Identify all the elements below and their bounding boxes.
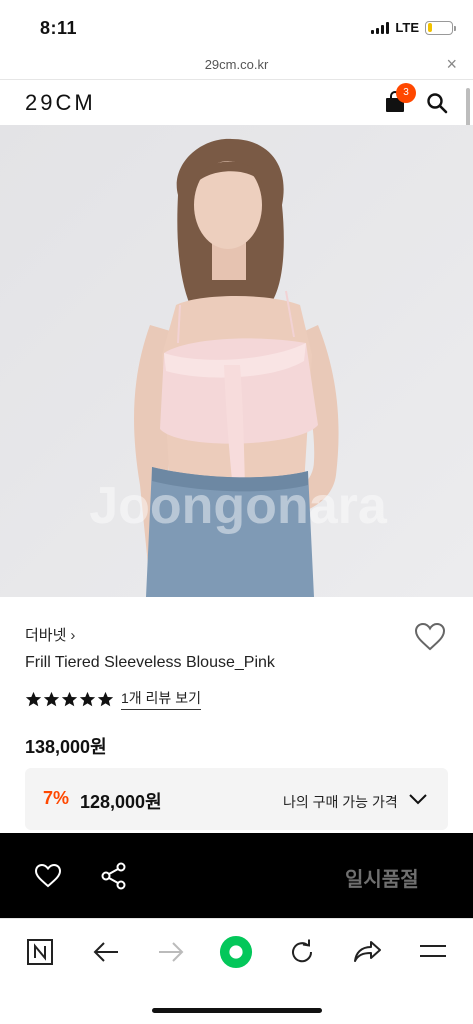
star-icon — [79, 691, 96, 706]
chevron-right-icon: › — [70, 627, 76, 644]
home-indicator[interactable] — [152, 1008, 322, 1013]
star-icon — [61, 691, 78, 706]
share-page-button[interactable] — [351, 935, 385, 969]
share-button[interactable] — [100, 862, 127, 890]
rating-stars — [25, 691, 114, 708]
status-indicators: LTE — [371, 20, 456, 35]
product-image[interactable]: Joongonara — [0, 125, 473, 597]
purchase-action-bar: 일시품절 — [0, 833, 473, 918]
search-icon — [427, 93, 448, 114]
status-bar: 8:11 LTE — [0, 0, 473, 52]
arrow-right-icon — [159, 942, 184, 962]
refresh-button[interactable] — [285, 935, 319, 969]
discounted-price: 128,000원 — [80, 792, 162, 812]
share-arrow-icon — [354, 941, 381, 962]
cart-count-badge: 3 — [396, 83, 416, 103]
heart-icon — [414, 622, 446, 651]
heart-icon — [34, 863, 62, 888]
product-price: 138,000원 — [25, 737, 107, 757]
url-bar: 29cm.co.kr × — [0, 52, 473, 80]
my-price-label: 나의 구매 가능 가격 — [283, 794, 398, 810]
naver-home-button[interactable] — [23, 935, 57, 969]
action-wishlist-button[interactable] — [34, 863, 62, 889]
wishlist-button[interactable] — [414, 622, 446, 652]
naver-logo-icon — [27, 939, 53, 965]
green-dot-icon — [219, 935, 253, 969]
back-button[interactable] — [89, 935, 123, 969]
brand-name: 더바넷 — [25, 627, 67, 644]
star-icon — [43, 691, 60, 706]
close-icon[interactable]: × — [446, 54, 457, 75]
chevron-down-icon — [409, 794, 427, 805]
product-name: Frill Tiered Sleeveless Blouse_Pink — [25, 654, 275, 671]
network-label: LTE — [395, 20, 419, 35]
site-logo[interactable]: 29CM — [25, 90, 96, 116]
brand-link[interactable]: 더바넷 › — [25, 624, 75, 645]
signal-icon — [371, 21, 390, 34]
status-time: 8:11 — [40, 18, 78, 38]
naver-green-dot-button[interactable] — [219, 935, 253, 969]
discount-rate: 7% — [43, 788, 70, 808]
star-icon — [97, 691, 114, 706]
star-icon — [25, 691, 42, 706]
search-button[interactable] — [426, 92, 448, 114]
battery-icon — [425, 20, 456, 35]
menu-button[interactable] — [416, 935, 450, 969]
sold-out-button[interactable]: 일시품절 — [345, 863, 419, 892]
share-icon — [101, 862, 126, 890]
rating-row: 1개 리뷰 보기 — [25, 688, 201, 710]
cart-button[interactable]: 3 — [385, 83, 416, 113]
product-photo: Joongonara — [0, 125, 473, 597]
site-header: 29CM 3 — [0, 81, 473, 125]
review-link[interactable]: 1개 리뷰 보기 — [121, 688, 201, 710]
image-watermark: Joongonara — [89, 477, 388, 535]
my-price-dropdown[interactable]: 7% 128,000원 나의 구매 가능 가격 — [25, 768, 448, 830]
forward-button[interactable] — [154, 935, 188, 969]
arrow-left-icon — [93, 942, 118, 962]
url-text[interactable]: 29cm.co.kr — [0, 57, 473, 72]
hamburger-menu-icon — [420, 945, 446, 957]
refresh-icon — [292, 939, 313, 963]
